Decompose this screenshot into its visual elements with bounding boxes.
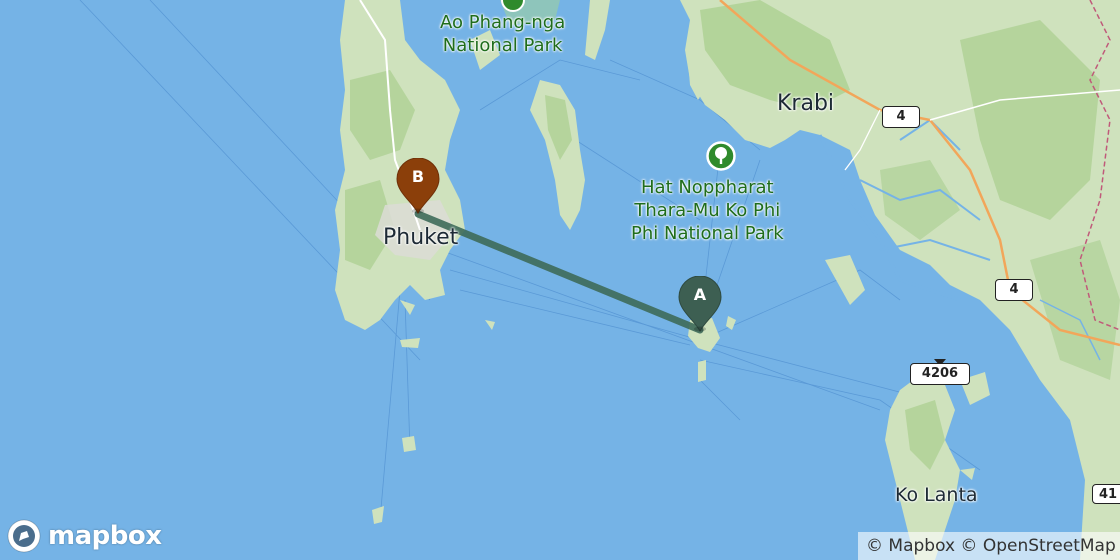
mapbox-logo-text: mapbox <box>48 521 162 551</box>
marker-letter: B <box>411 167 425 186</box>
map-canvas[interactable] <box>0 0 1120 560</box>
park-label-line: Phi National Park <box>631 223 784 245</box>
map-marker-origin[interactable]: A <box>677 275 723 333</box>
park-label-line: Ao Phang-nga <box>440 12 566 33</box>
park-label-line: Thara-Mu Ko Phi <box>634 200 781 222</box>
city-label-krabi: Krabi <box>777 91 835 116</box>
tree-icon <box>706 141 736 171</box>
city-label-phuket: Phuket <box>383 225 459 250</box>
park-label-hat-noppharat: Hat Noppharat Thara-Mu Ko Phi Phi Nation… <box>631 176 784 245</box>
highway-shield-4-south: 4 <box>995 279 1033 301</box>
mapbox-logo[interactable]: mapbox <box>6 516 162 556</box>
map-attribution[interactable]: © Mapbox © OpenStreetMap <box>858 532 1120 560</box>
map-marker-destination[interactable]: B <box>395 157 441 215</box>
highway-shield-4-north: 4 <box>882 106 920 128</box>
park-label-line: Hat Noppharat <box>641 177 774 198</box>
park-label-ao-phang-nga: Ao Phang-nga National Park <box>440 11 565 57</box>
highway-shield-4206: 4206 <box>910 363 970 385</box>
mapbox-logo-icon <box>7 519 41 553</box>
park-label-line: National Park <box>442 35 563 57</box>
island-label-ko-lanta: Ko Lanta <box>895 484 978 506</box>
highway-shield-4206-marker <box>934 352 946 366</box>
marker-letter: A <box>693 285 707 304</box>
highway-shield-partial: 41 <box>1092 484 1120 504</box>
